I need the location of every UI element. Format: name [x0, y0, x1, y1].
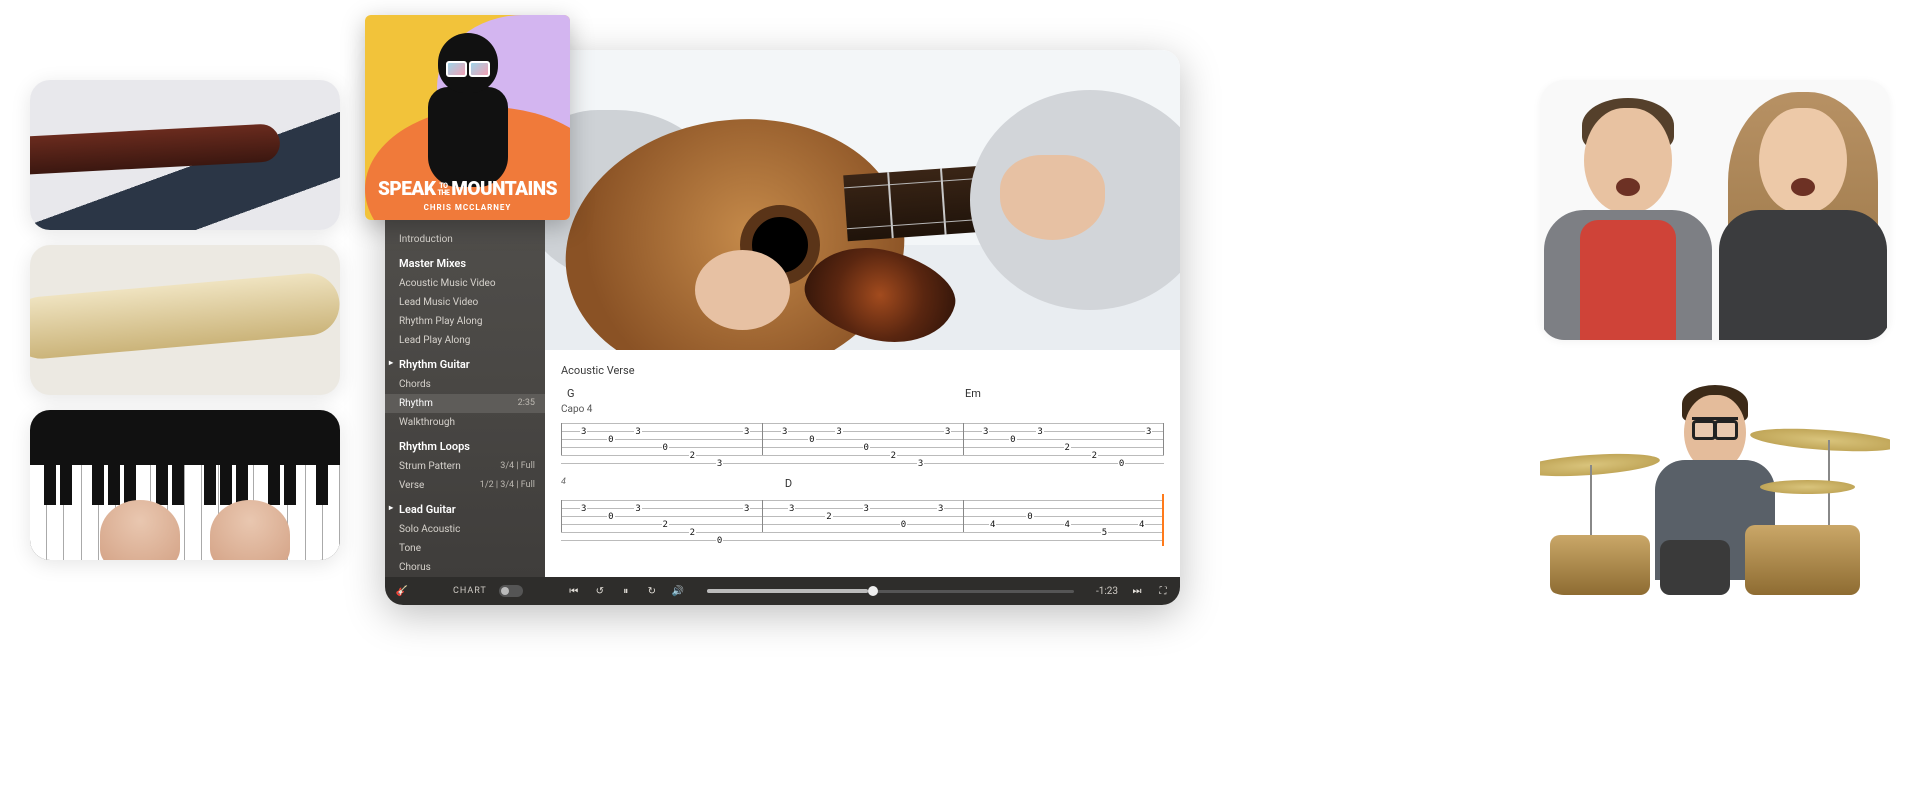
- chord-label: Em: [965, 387, 981, 400]
- lesson-main-pane: Acoustic Verse G Em Capo 4 3030233303023…: [545, 50, 1180, 577]
- sidebar-item-selected[interactable]: Rhythm2:35: [385, 394, 545, 413]
- sidebar-header-rhythm-loops: Rhythm Loops: [385, 432, 545, 457]
- sidebar-item[interactable]: Lead Music Video: [385, 293, 545, 312]
- fullscreen-icon[interactable]: ⛶: [1156, 584, 1170, 598]
- chord-row: G Em: [561, 387, 1164, 400]
- instrument-icon[interactable]: 🎸: [395, 584, 409, 598]
- chord-label: D: [785, 477, 792, 490]
- sidebar-item[interactable]: Chords: [385, 375, 545, 394]
- sidebar-item[interactable]: Rhythm Play Along: [385, 312, 545, 331]
- sidebar-header-master-mixes: Master Mixes: [385, 249, 545, 274]
- sidebar-item[interactable]: Lead Play Along: [385, 331, 545, 350]
- pause-icon[interactable]: ⏸: [619, 584, 633, 598]
- sidebar-item[interactable]: Chorus: [385, 558, 545, 577]
- album-cover[interactable]: SPEAKTOTHEMOUNTAINS CHRIS MCCLARNEY: [365, 15, 570, 220]
- capo-label: Capo 4: [561, 404, 1164, 415]
- chart-toggle[interactable]: [499, 585, 523, 597]
- sidebar-header-rhythm-guitar[interactable]: Rhythm Guitar: [385, 350, 545, 375]
- thumbnail-keys[interactable]: [30, 410, 340, 560]
- chord-row: 4 D: [561, 477, 1164, 490]
- skip-forward-icon[interactable]: ⏭: [1130, 584, 1144, 598]
- tab-playhead-icon: [1162, 494, 1164, 546]
- tab-section-label: Acoustic Verse: [561, 364, 1164, 377]
- skip-back-icon[interactable]: ⏮: [567, 584, 581, 598]
- chord-label: G: [567, 387, 575, 400]
- time-remaining: -1:23: [1096, 586, 1118, 597]
- sidebar-item[interactable]: Walkthrough: [385, 413, 545, 432]
- album-title: SPEAKTOTHEMOUNTAINS: [365, 177, 570, 200]
- thumbnail-electric-guitar[interactable]: [30, 245, 340, 395]
- progress-bar[interactable]: [707, 590, 1074, 593]
- rewind-icon[interactable]: ↺: [593, 584, 607, 598]
- right-thumbnail-column: [1540, 80, 1890, 595]
- sidebar-header-lead-guitar[interactable]: Lead Guitar: [385, 495, 545, 520]
- tab-staff-line-1: 303023330302333032203: [561, 417, 1164, 469]
- volume-icon[interactable]: 🔊: [671, 584, 685, 598]
- measure-number: 4: [561, 477, 566, 490]
- lesson-video[interactable]: [545, 50, 1180, 350]
- tab-staff-line-2: 30322033230340454: [561, 494, 1164, 546]
- chart-toggle-label: CHART: [453, 586, 487, 596]
- sidebar-item[interactable]: Acoustic Music Video: [385, 274, 545, 293]
- sidebar-item[interactable]: Solo Acoustic: [385, 520, 545, 539]
- thumbnail-bass[interactable]: [30, 80, 340, 230]
- thumbnail-vocals[interactable]: [1540, 80, 1890, 340]
- sidebar-item[interactable]: Tone: [385, 539, 545, 558]
- sidebar-item[interactable]: Verse1/2 | 3/4 | Full: [385, 476, 545, 495]
- tab-notation-area: Acoustic Verse G Em Capo 4 3030233303023…: [545, 350, 1180, 577]
- left-thumbnail-column: [30, 80, 340, 560]
- player-controls: 🎸 CHART ⏮ ↺ ⏸ ↻ 🔊 -1:23 ⏭ ⛶: [385, 577, 1180, 605]
- sidebar-item[interactable]: Strum Pattern3/4 | Full: [385, 457, 545, 476]
- thumbnail-drums[interactable]: [1540, 375, 1890, 595]
- forward-icon[interactable]: ↻: [645, 584, 659, 598]
- sidebar-item-intro[interactable]: Introduction: [385, 230, 545, 249]
- album-artist: CHRIS MCCLARNEY: [365, 203, 570, 212]
